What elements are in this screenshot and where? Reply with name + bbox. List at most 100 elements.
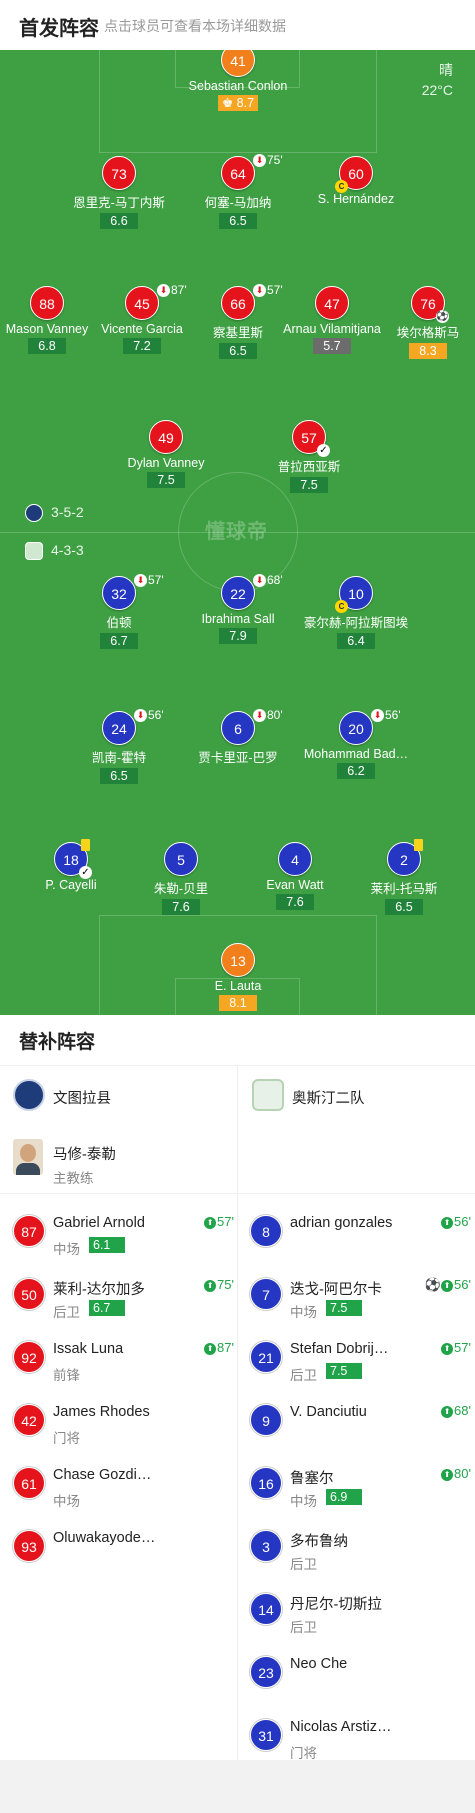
player-name: Issak Luna bbox=[53, 1341, 124, 1357]
away-team-name: 奥斯汀二队 bbox=[292, 1091, 365, 1107]
sub-out-icon: ⬇ bbox=[253, 154, 266, 168]
player-rating: 6.6 bbox=[100, 213, 138, 229]
player-home-73[interactable]: 73 恩里克-马丁内斯 6.6 bbox=[64, 156, 174, 230]
player-name: 恩里克-马丁内斯 bbox=[73, 196, 165, 210]
weather-temperature: 22°C bbox=[421, 82, 453, 98]
weather-info: 晴 22°C bbox=[422, 60, 453, 100]
player-away-18[interactable]: 18 ✓ P. Cayelli bbox=[16, 839, 126, 892]
sub-out-marker: ⬇ 68' bbox=[253, 573, 283, 588]
sub-out-marker: ⬇ 56' bbox=[371, 708, 401, 723]
sub-player-home-87[interactable]: 87 Gabriel Arnold 中场 6.1 ⬆ 57' bbox=[13, 1203, 238, 1266]
sub-player-home-50[interactable]: 50 莱利-达尔加多 后卫 6.7 ⬆ 75' bbox=[13, 1266, 238, 1329]
player-home-76[interactable]: 76 ⚽ 埃尔格斯马 8.3 bbox=[373, 286, 475, 360]
sub-out-icon: ⬇ bbox=[134, 709, 147, 723]
sub-player-away-9[interactable]: 9 V. Danciutiu ⬆ 68' bbox=[250, 1392, 475, 1455]
sub-player-away-23[interactable]: 23 Neo Che bbox=[250, 1644, 475, 1707]
away-formation: 4-3-3 bbox=[25, 542, 84, 561]
sub-player-home-61[interactable]: 61 Chase Gozdi… 中场 bbox=[13, 1455, 238, 1518]
player-number: 50 bbox=[13, 1278, 45, 1310]
player-number: 14 bbox=[250, 1593, 282, 1625]
weather-condition: 晴 bbox=[439, 62, 453, 78]
sub-in-marker: ⚽ ⬆ 56' bbox=[424, 1277, 471, 1292]
player-away-22[interactable]: 22 ⬇ 68' Ibrahima Sall 7.9 bbox=[183, 573, 293, 645]
sub-player-away-8[interactable]: 8 adrian gonzales ⬆ 56' bbox=[250, 1203, 475, 1266]
player-number: 21 bbox=[250, 1341, 282, 1373]
player-number: 88 bbox=[30, 286, 64, 320]
player-name: Oluwakayode… bbox=[53, 1530, 156, 1546]
player-position: 中场 bbox=[53, 1494, 80, 1509]
player-away-6[interactable]: 6 ⬇ 80' 贾卡里亚-巴罗 bbox=[183, 708, 293, 766]
away-team-logo bbox=[252, 1079, 284, 1111]
player-rating: 6.5 bbox=[219, 343, 257, 359]
player-number: 73 bbox=[102, 156, 136, 190]
crown-icon: ♚ bbox=[221, 96, 237, 110]
sub-player-home-92[interactable]: 92 Issak Luna 前锋 ⬆ 87' bbox=[13, 1329, 238, 1392]
sub-in-icon: ⬆ bbox=[441, 1468, 454, 1481]
player-number: 49 bbox=[149, 420, 183, 454]
sub-player-away-7[interactable]: 7 迭戈-阿巴尔卡 中场 7.5 ⚽ ⬆ 56' bbox=[250, 1266, 475, 1329]
player-number: 31 bbox=[250, 1719, 282, 1751]
sub-in-icon: ⬆ bbox=[441, 1216, 454, 1229]
player-name: James Rhodes bbox=[53, 1404, 150, 1420]
sub-player-away-21[interactable]: 21 Stefan Dobrij… 后卫 7.5 ⬆ 57' bbox=[250, 1329, 475, 1392]
watermark: 懂球帝 bbox=[205, 521, 268, 543]
coach-row[interactable]: 马修-泰勒 主教练 bbox=[13, 1133, 233, 1193]
player-number: 61 bbox=[13, 1467, 45, 1499]
sub-out-marker: ⬇ 57' bbox=[134, 573, 164, 588]
player-rating: 6.5 bbox=[219, 213, 257, 229]
sub-player-home-93[interactable]: 93 Oluwakayode… bbox=[13, 1518, 238, 1581]
player-name: Evan Watt bbox=[266, 878, 324, 892]
player-home-64[interactable]: 64 ⬇ 75' 何塞-马加纳 6.5 bbox=[183, 153, 293, 230]
player-away-32[interactable]: 32 ⬇ 57' 伯顿 6.7 bbox=[64, 573, 174, 650]
player-home-47[interactable]: 47 Arnau Vilamitjana 5.7 bbox=[277, 286, 387, 355]
player-name: Mohammad Bad… bbox=[303, 747, 409, 761]
player-rating: 8.3 bbox=[409, 343, 447, 359]
player-away-10[interactable]: 10 C 豪尔赫-阿拉斯图埃 6.4 bbox=[301, 576, 411, 650]
sub-player-away-3[interactable]: 3 多布鲁纳 后卫 bbox=[250, 1518, 475, 1581]
player-name: Vicente Garcia bbox=[101, 322, 183, 336]
player-name: Gabriel Arnold bbox=[53, 1215, 145, 1231]
player-number: 20 bbox=[339, 711, 373, 745]
player-number: 2 bbox=[387, 839, 423, 876]
player-away-2[interactable]: 2 莱利-托马斯 6.5 bbox=[349, 839, 459, 916]
player-home-41[interactable]: 41 Sebastian Conlon ♚ 8.7 bbox=[183, 50, 293, 112]
player-away-24[interactable]: 24 ⬇ 56' 凯南-霍特 6.5 bbox=[64, 708, 174, 785]
sub-player-away-16[interactable]: 16 鲁塞尔 中场 6.9 ⬆ 80' bbox=[250, 1455, 475, 1518]
player-rating: 7.5 bbox=[147, 472, 185, 488]
page-footer bbox=[0, 1760, 475, 1813]
sub-out-icon: ⬇ bbox=[253, 574, 266, 588]
player-position: 后卫 bbox=[53, 1305, 80, 1320]
player-away-13[interactable]: 13 E. Lauta 8.1 bbox=[183, 943, 293, 1012]
player-number: 9 bbox=[250, 1404, 282, 1436]
sub-in-marker: ⬆ 57' bbox=[441, 1340, 471, 1355]
player-name: 莱利-达尔加多 bbox=[53, 1282, 145, 1298]
yellow-card-icon bbox=[414, 839, 423, 851]
sub-out-marker: ⬇ 56' bbox=[134, 708, 164, 723]
player-away-4[interactable]: 4 Evan Watt 7.6 bbox=[240, 842, 350, 911]
player-number: 93 bbox=[13, 1530, 45, 1562]
sub-in-icon: ⬆ bbox=[441, 1405, 454, 1418]
player-away-20[interactable]: 20 ⬇ 56' Mohammad Bad… 6.2 bbox=[301, 708, 411, 780]
player-rating: 6.2 bbox=[337, 763, 375, 779]
player-number: 32 bbox=[102, 576, 136, 610]
sub-out-marker: ⬇ 75' bbox=[253, 153, 283, 168]
sub-in-marker: ⬆ 87' bbox=[204, 1340, 234, 1355]
sub-player-away-14[interactable]: 14 丹尼尔-切斯拉 后卫 bbox=[250, 1581, 475, 1644]
player-away-5[interactable]: 5 朱勒-贝里 7.6 bbox=[126, 842, 236, 916]
player-home-57[interactable]: 57 ✓ 普拉西亚斯 7.5 bbox=[254, 420, 364, 494]
player-position: 后卫 bbox=[290, 1620, 317, 1635]
player-home-49[interactable]: 49 Dylan Vanney 7.5 bbox=[111, 420, 221, 489]
player-number: 5 bbox=[164, 842, 198, 876]
player-name: Arnau Vilamitjana bbox=[283, 322, 381, 336]
player-name: 贾卡里亚-巴罗 bbox=[198, 751, 278, 765]
player-number: 13 bbox=[221, 943, 255, 977]
sub-player-home-42[interactable]: 42 James Rhodes 门将 bbox=[13, 1392, 238, 1455]
coach-role: 主教练 bbox=[53, 1171, 94, 1186]
sub-in-icon: ⬆ bbox=[204, 1279, 217, 1292]
player-home-45[interactable]: 45 ⬇ 87' Vicente Garcia 7.2 bbox=[87, 283, 197, 355]
football-icon: ⚽ bbox=[424, 1277, 442, 1292]
player-name: 何塞-马加纳 bbox=[204, 196, 272, 210]
player-home-60[interactable]: 60 C S. Hernández bbox=[301, 156, 411, 206]
player-position: 中场 bbox=[53, 1242, 80, 1257]
sub-in-marker: ⬆ 75' bbox=[204, 1277, 234, 1292]
